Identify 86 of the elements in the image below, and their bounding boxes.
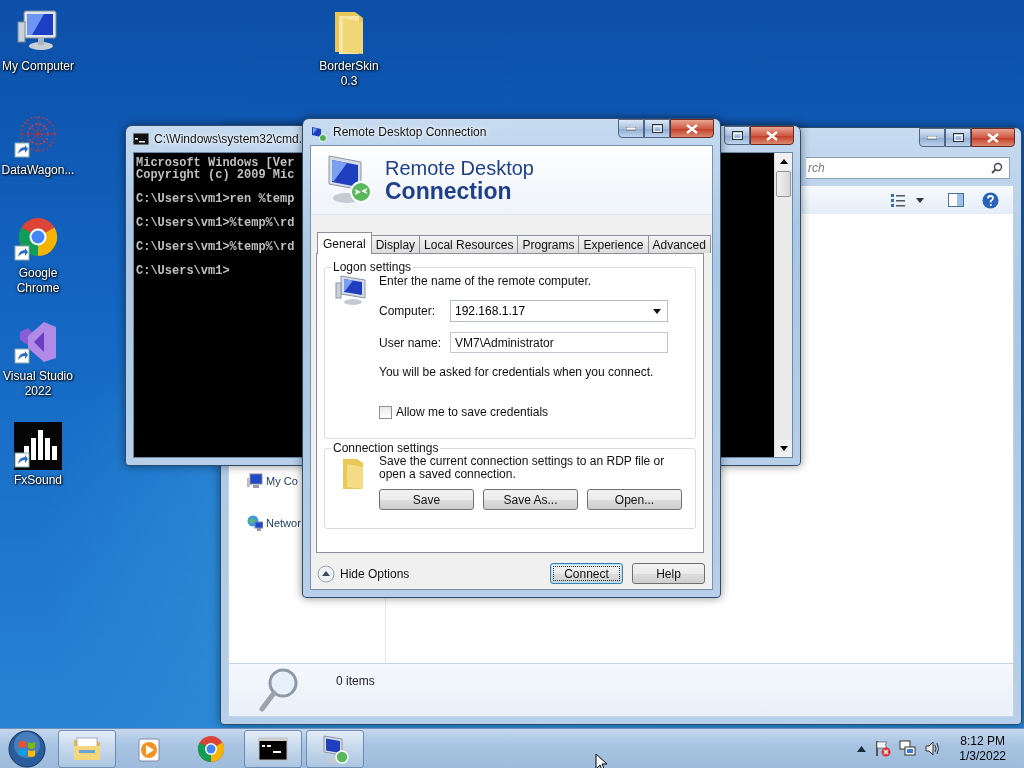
dialog-button[interactable]: Connect — [550, 563, 623, 584]
console-line: C:\Users\vm1>ren %temp — [136, 193, 295, 205]
desktop-icon-label[interactable]: FxSound — [14, 473, 62, 488]
tab[interactable]: Experience — [578, 235, 649, 253]
remote-desktop-icon — [325, 154, 375, 206]
vertical-scrollbar[interactable] — [774, 153, 792, 457]
close-button[interactable] — [670, 119, 714, 138]
console-line: Copyright (c) 2009 Mic — [136, 169, 295, 181]
preview-pane-icon[interactable] — [948, 193, 964, 207]
nav-item[interactable]: My Co — [266, 475, 298, 487]
computer-icon[interactable] — [247, 473, 263, 489]
tab[interactable]: General — [317, 232, 372, 254]
note-text: You will be asked for credentials when you connect. — [379, 365, 655, 379]
dialog-button[interactable]: Help — [632, 563, 705, 584]
field-label: Computer: — [379, 304, 437, 318]
cursor-icon — [595, 753, 609, 768]
clock-time[interactable]: 8:12 PM — [960, 733, 1005, 749]
file-button[interactable]: Save As... — [483, 489, 578, 510]
close-icon — [766, 130, 778, 141]
checkbox[interactable] — [379, 405, 392, 419]
network-icon[interactable] — [899, 740, 917, 757]
maximize-icon — [731, 131, 743, 140]
window-title: C:\Windows\system32\cmd. — [154, 132, 303, 146]
console-line: C:\Users\vm1> — [136, 265, 230, 277]
field-label: User name: — [379, 335, 443, 350]
remote-desktop-icon — [310, 126, 328, 142]
desktop-icon-label[interactable]: My Computer — [2, 59, 74, 74]
item-count: 0 items — [336, 674, 375, 688]
caret-icon[interactable] — [916, 197, 924, 203]
tab[interactable]: Advanced — [647, 235, 711, 253]
windows-logo-icon — [8, 729, 46, 768]
maximize-icon — [651, 124, 663, 133]
description-text: Save the current connection settings to an RDP file or open a saved connection. — [379, 455, 666, 481]
close-button[interactable] — [750, 126, 794, 145]
network-icon[interactable] — [247, 515, 263, 531]
desktop-icon-label[interactable]: Google Chrome — [0, 266, 76, 296]
clock-date[interactable]: 1/3/2022 — [959, 748, 1006, 764]
caret-icon[interactable] — [857, 745, 867, 752]
caret-icon[interactable] — [653, 308, 661, 314]
flag-icon[interactable] — [874, 740, 892, 757]
close-icon — [686, 123, 698, 134]
prompt-text: Enter the name of the remote computer. — [379, 274, 593, 288]
help-icon[interactable] — [982, 191, 999, 209]
view-options-icon[interactable] — [890, 193, 906, 207]
maximize-icon — [952, 133, 964, 142]
dialog-heading: Remote Desktop — [385, 157, 534, 179]
magnifier-icon — [259, 667, 299, 713]
window-title: Remote Desktop Connection — [333, 125, 487, 139]
file-explorer-button[interactable] — [58, 729, 116, 768]
equalizer-icon[interactable] — [14, 422, 62, 470]
hide-options-button[interactable]: Hide Options — [317, 564, 410, 583]
close-icon — [987, 132, 999, 143]
tab[interactable]: Local Resources — [419, 235, 519, 253]
minimize-button[interactable] — [919, 128, 945, 147]
dialog-heading: Connection — [385, 179, 512, 203]
minimize-button[interactable] — [618, 119, 644, 138]
checkbox-label[interactable]: Allow me to save credentials — [396, 405, 549, 419]
file-button[interactable]: Open... — [587, 489, 682, 510]
group-label: Connection settings — [332, 441, 440, 455]
computer-combo[interactable]: 192.168.1.17 — [450, 300, 668, 322]
console-line: C:\Users\vm1>%temp%\rd — [136, 217, 295, 229]
maximize-button[interactable] — [644, 119, 670, 138]
remote-desktop-button[interactable] — [306, 729, 364, 768]
computer-icon — [335, 274, 369, 306]
search-icon — [991, 162, 1003, 174]
maximize-button[interactable] — [724, 126, 750, 145]
tab[interactable]: Programs — [517, 235, 580, 253]
maximize-button[interactable] — [945, 128, 971, 147]
console-button[interactable] — [244, 729, 302, 768]
console-line: C:\Users\vm1>%temp%\rd — [136, 241, 295, 253]
minimize-icon — [626, 126, 636, 131]
nav-item[interactable]: Networ — [266, 517, 301, 529]
start-button[interactable] — [6, 728, 48, 768]
console-icon — [133, 133, 149, 145]
username-field[interactable]: VM7\Administrator — [450, 332, 668, 353]
tab[interactable]: Display — [370, 235, 421, 253]
speaker-icon[interactable] — [924, 740, 942, 757]
desktop-icon-label[interactable]: DataWagon... — [1, 163, 75, 178]
desktop-icon-label[interactable]: Visual Studio 2022 — [0, 369, 76, 399]
console-line: Microsoft Windows [Ver — [136, 157, 295, 169]
close-button[interactable] — [971, 128, 1015, 147]
file-button[interactable]: Save — [379, 489, 474, 510]
desktop-icon-label[interactable]: BorderSkin 0.3 — [311, 59, 387, 89]
group-label: Logon settings — [332, 260, 413, 274]
minimize-icon — [927, 135, 937, 140]
search-field[interactable]: rch — [806, 157, 1010, 179]
